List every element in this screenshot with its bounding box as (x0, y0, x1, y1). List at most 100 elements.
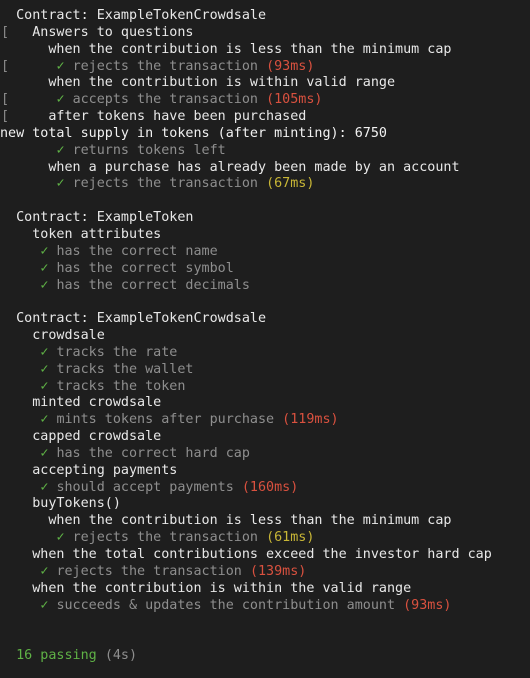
test-title: has the correct decimals (56, 277, 250, 293)
test-result-line: ✓ has the correct symbol (0, 261, 530, 278)
check-icon: ✓ (40, 445, 49, 461)
check-icon: ✓ (40, 277, 49, 293)
suite-title: Contract: ExampleTokenCrowdsale (16, 8, 267, 23)
check-icon: ✓ (40, 412, 49, 428)
test-title: rejects the transaction (72, 58, 258, 74)
suite-title: when the contribution is less than the m… (48, 41, 452, 57)
terminal-output: Contract: ExampleTokenCrowdsale Answers … (0, 8, 530, 665)
test-result-line: ✓ rejects the transaction (139ms) (0, 564, 530, 581)
suite-title: when the contribution is less than the m… (48, 513, 452, 529)
suite-line: when the contribution is less than the m… (0, 513, 530, 530)
suite-line: Contract: ExampleTokenCrowdsale (0, 8, 530, 25)
suite-line: Contract: ExampleTokenCrowdsale (0, 311, 530, 328)
test-duration: (67ms) (266, 176, 315, 192)
suite-title: buyTokens() (32, 496, 121, 512)
suite-title: crowdsale (32, 328, 105, 344)
test-title: tracks the token (56, 378, 186, 394)
test-result-line: ✓ has the correct decimals (0, 278, 530, 295)
suite-line: token attributes (0, 227, 530, 244)
test-duration: (93ms) (403, 597, 452, 613)
test-result-line: ✓ rejects the transaction (61ms) (0, 530, 530, 547)
summary-line: 16 passing (4s) (0, 648, 530, 665)
suite-line: when the contribution is within the vali… (0, 581, 530, 598)
suite-line: after tokens have been purchased [ (0, 109, 530, 126)
test-result-line: ✓ mints tokens after purchase (119ms) (0, 412, 530, 429)
suite-line: when the contribution is less than the m… (0, 42, 530, 59)
suite-title: Contract: ExampleToken (16, 210, 194, 226)
test-duration: (93ms) (266, 58, 315, 74)
suite-line: Answers to questions [ (0, 25, 530, 42)
check-icon: ✓ (56, 92, 65, 108)
test-title: mints tokens after purchase (56, 412, 275, 428)
suite-title: when the contribution is within valid ra… (48, 75, 396, 91)
suite-title: when the total contributions exceed the … (32, 547, 492, 562)
suite-title: capped crowdsale (32, 429, 162, 445)
check-icon: ✓ (40, 260, 49, 276)
test-title: has the correct hard cap (56, 445, 250, 461)
check-icon: ✓ (40, 378, 49, 394)
test-title: tracks the wallet (56, 361, 194, 377)
suite-title: token attributes (32, 226, 162, 242)
suite-title: when a purchase has already been made by… (48, 159, 460, 175)
test-result-line: ✓ tracks the wallet (0, 362, 530, 379)
test-title: has the correct symbol (56, 260, 234, 276)
test-duration: (160ms) (241, 479, 299, 495)
test-result-line: ✓ succeeds & updates the contribution am… (0, 598, 530, 615)
test-title: has the correct name (56, 243, 218, 259)
suite-title: after tokens have been purchased (48, 109, 307, 125)
suite-title: Contract: ExampleTokenCrowdsale (16, 311, 267, 327)
test-title: returns tokens left (72, 142, 226, 158)
test-duration: (119ms) (282, 412, 339, 428)
terminal-bracket-marker: [ (1, 58, 10, 74)
test-result-line: ✓ accepts the transaction (105ms) [ (0, 92, 530, 109)
passing-count: 16 passing (16, 648, 97, 664)
check-icon: ✓ (56, 176, 65, 192)
suite-line: when the contribution is within valid ra… (0, 75, 530, 92)
check-icon: ✓ (40, 243, 49, 259)
check-icon: ✓ (40, 563, 49, 579)
check-icon: ✓ (56, 530, 65, 546)
test-result-line: ✓ has the correct hard cap (0, 446, 530, 463)
suite-line: minted crowdsale (0, 395, 530, 412)
test-title: accepts the transaction (72, 92, 258, 108)
check-icon: ✓ (40, 597, 49, 613)
terminal-bracket-marker: [ (1, 109, 10, 125)
test-result-line: ✓ tracks the token (0, 379, 530, 396)
console-log-line: new total supply in tokens (after mintin… (0, 126, 530, 143)
suite-line: accepting payments (0, 463, 530, 480)
test-duration: (105ms) (266, 92, 323, 108)
test-title: rejects the transaction (56, 563, 242, 579)
passing-time: (4s) (104, 648, 138, 664)
suite-line: crowdsale (0, 328, 530, 345)
suite-title: accepting payments (32, 462, 178, 478)
check-icon: ✓ (56, 58, 65, 74)
test-result-line: ✓ returns tokens left (0, 143, 530, 160)
check-icon: ✓ (56, 142, 65, 158)
check-icon: ✓ (40, 344, 49, 360)
suite-line: capped crowdsale (0, 429, 530, 446)
suite-line: when the total contributions exceed the … (0, 547, 530, 564)
test-duration: (139ms) (249, 563, 307, 579)
test-title: should accept payments (56, 479, 234, 495)
terminal-bracket-marker: [ (1, 24, 10, 40)
check-icon: ✓ (40, 479, 49, 495)
test-result-line: ✓ rejects the transaction (93ms) [ (0, 59, 530, 76)
test-title: tracks the rate (56, 344, 178, 360)
test-result-line: ✓ should accept payments (160ms) (0, 480, 530, 497)
suite-title: when the contribution is within the vali… (32, 580, 412, 596)
test-title: rejects the transaction (72, 176, 258, 192)
test-result-line: ✓ rejects the transaction (67ms) (0, 176, 530, 193)
test-result-line: ✓ has the correct name (0, 244, 530, 261)
terminal-bracket-marker: [ (1, 92, 10, 108)
test-duration: (61ms) (266, 530, 315, 546)
test-title: rejects the transaction (72, 530, 258, 546)
check-icon: ✓ (40, 361, 49, 377)
suite-title: Answers to questions (32, 24, 194, 40)
suite-line: Contract: ExampleToken (0, 210, 530, 227)
test-result-line: ✓ tracks the rate (0, 345, 530, 362)
log-text: new total supply in tokens (after mintin… (0, 125, 387, 141)
test-title: succeeds & updates the contribution amou… (56, 597, 396, 613)
